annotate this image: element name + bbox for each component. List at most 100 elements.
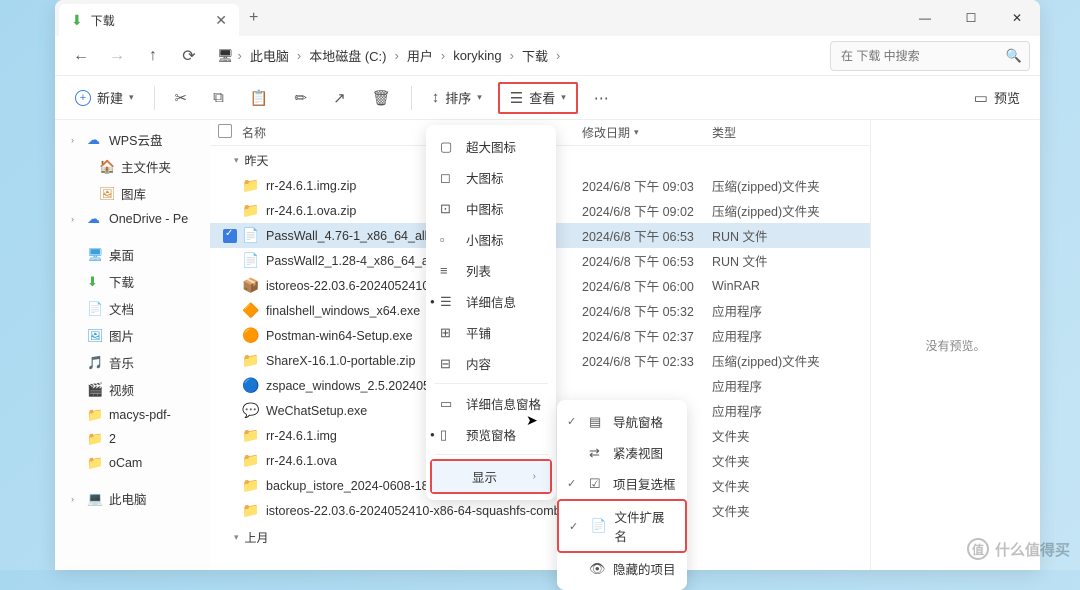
- minimize-button[interactable]: —: [902, 0, 948, 36]
- chevron-down-icon: ▾: [477, 92, 482, 103]
- menu-item[interactable]: ⊞平铺: [426, 317, 556, 348]
- file-date: 2024/6/8 下午 06:53: [582, 251, 712, 270]
- file-date: 2024/6/8 下午 09:03: [582, 176, 712, 195]
- maximize-button[interactable]: ☐: [948, 0, 994, 36]
- view-button[interactable]: ☰ 查看 ▾: [498, 82, 578, 114]
- menu-item[interactable]: ≡列表: [426, 255, 556, 286]
- file-icon: 📁: [242, 202, 262, 219]
- submenu-icon: ▤: [589, 414, 605, 430]
- file-icon: 📁: [242, 177, 262, 194]
- file-date: 2024/6/8 下午 06:53: [582, 226, 712, 245]
- col-type[interactable]: 类型: [712, 124, 842, 141]
- folder-icon: ⬇: [87, 274, 103, 290]
- menu-icon: ▢: [440, 139, 456, 155]
- sidebar-item[interactable]: ›☁WPS云盘: [55, 126, 210, 153]
- trash-icon: 🗑: [372, 89, 391, 107]
- submenu-item[interactable]: ✓▤导航窗格: [557, 406, 687, 437]
- file-icon: 📦: [242, 277, 262, 294]
- new-button[interactable]: + 新建 ▾: [65, 82, 144, 114]
- menu-icon: ☰: [440, 294, 456, 310]
- chevron-right-icon: ›: [556, 48, 560, 63]
- more-button[interactable]: ⋯: [584, 82, 619, 114]
- menu-item[interactable]: ●▯预览窗格: [426, 419, 556, 450]
- cut-button[interactable]: ✂: [165, 82, 198, 114]
- sidebar-item[interactable]: 🖼图片: [55, 322, 210, 349]
- watermark: 值 什么值得买: [967, 538, 1070, 560]
- menu-item[interactable]: ●☰详细信息: [426, 286, 556, 317]
- file-icon: 📁: [242, 502, 262, 519]
- breadcrumb-item[interactable]: 此电脑: [246, 44, 293, 67]
- submenu-item[interactable]: ✓📄文件扩展名: [559, 501, 685, 551]
- sidebar-label: WPS云盘: [109, 130, 162, 149]
- rename-button[interactable]: ✏: [285, 82, 318, 114]
- sidebar-item[interactable]: ›💻此电脑: [55, 485, 210, 512]
- sidebar-label: 2: [109, 432, 116, 446]
- folder-icon: ☁: [87, 211, 103, 227]
- bullet-icon: ●: [430, 430, 435, 439]
- col-date[interactable]: 修改日期▾: [582, 124, 712, 141]
- back-button[interactable]: ←: [65, 40, 97, 72]
- group-last-month[interactable]: ▾ 上月: [210, 523, 870, 550]
- paste-button[interactable]: 📋: [240, 82, 279, 114]
- share-button[interactable]: ↗: [323, 82, 356, 114]
- window-controls: — ☐ ✕: [902, 0, 1040, 36]
- refresh-button[interactable]: ⟳: [173, 40, 205, 72]
- submenu-item[interactable]: 👁隐藏的项目: [557, 553, 687, 584]
- checkbox-icon[interactable]: [218, 124, 232, 138]
- sidebar-item[interactable]: 📁oCam: [55, 451, 210, 475]
- file-row[interactable]: 📁 istoreos-22.03.6-2024052410-x86-64-squa…: [210, 498, 870, 523]
- breadcrumb-item[interactable]: koryking: [449, 46, 505, 65]
- file-name: istoreos-22.03.6-2024052410-x86-64-squas…: [266, 504, 582, 518]
- new-tab-button[interactable]: +: [249, 9, 258, 27]
- delete-button[interactable]: 🗑: [362, 82, 401, 114]
- sidebar-label: 图片: [109, 326, 134, 345]
- view-icon: ☰: [510, 89, 523, 107]
- plus-icon: +: [75, 90, 91, 106]
- menu-item[interactable]: 显示›: [432, 461, 550, 492]
- sidebar-item[interactable]: 🖥桌面: [55, 241, 210, 268]
- up-button[interactable]: ↑: [137, 40, 169, 72]
- preview-toggle-button[interactable]: ▭ 预览: [964, 82, 1030, 114]
- sidebar-label: 文档: [109, 299, 134, 318]
- breadcrumb[interactable]: 🖥 › 此电脑 › 本地磁盘 (C:) › 用户 › koryking › 下载…: [209, 44, 826, 67]
- sidebar-item[interactable]: 📄文档: [55, 295, 210, 322]
- copy-button[interactable]: ⧉: [203, 82, 234, 114]
- close-button[interactable]: ✕: [994, 0, 1040, 36]
- divider: [411, 86, 412, 110]
- col-checkbox[interactable]: [218, 124, 242, 141]
- menu-item[interactable]: ◻大图标: [426, 162, 556, 193]
- checkbox-icon[interactable]: [223, 229, 237, 243]
- menu-label: 中图标: [466, 199, 504, 218]
- close-tab-icon[interactable]: ✕: [215, 12, 227, 29]
- menu-item[interactable]: ▢超大图标: [426, 131, 556, 162]
- more-icon: ⋯: [594, 89, 609, 107]
- sidebar-item[interactable]: 🏠主文件夹: [55, 153, 210, 180]
- menu-item[interactable]: ⊟内容: [426, 348, 556, 379]
- menu-item[interactable]: ▫小图标: [426, 224, 556, 255]
- search-wrap: 🔍: [830, 41, 1030, 71]
- breadcrumb-item[interactable]: 用户: [403, 44, 437, 67]
- menu-label: 详细信息: [466, 292, 516, 311]
- tab[interactable]: ⬇ 下载 ✕: [59, 4, 239, 36]
- sidebar-item[interactable]: ⬇下载: [55, 268, 210, 295]
- breadcrumb-item[interactable]: 本地磁盘 (C:): [305, 44, 390, 67]
- menu-item[interactable]: ⊡中图标: [426, 193, 556, 224]
- file-type: 应用程序: [712, 401, 842, 420]
- submenu-item[interactable]: ✓☑项目复选框: [557, 468, 687, 499]
- file-type: 压缩(zipped)文件夹: [712, 351, 842, 370]
- sidebar-item[interactable]: 📁macys-pdf-: [55, 403, 210, 427]
- forward-button[interactable]: →: [101, 40, 133, 72]
- sidebar-item[interactable]: 📁2: [55, 427, 210, 451]
- sidebar-item[interactable]: 🎬视频: [55, 376, 210, 403]
- search-input[interactable]: [830, 41, 1030, 71]
- sidebar-item[interactable]: ›☁OneDrive - Pe: [55, 207, 210, 231]
- sidebar-item[interactable]: 🖼图库: [55, 180, 210, 207]
- submenu-item[interactable]: ⇄紧凑视图: [557, 437, 687, 468]
- breadcrumb-item[interactable]: 下载: [518, 44, 552, 67]
- menu-item[interactable]: ▭详细信息窗格: [426, 388, 556, 419]
- sort-button[interactable]: ↕ 排序 ▾: [422, 82, 492, 114]
- submenu-label: 文件扩展名: [615, 507, 675, 545]
- sidebar-item[interactable]: 🎵音乐: [55, 349, 210, 376]
- chevron-right-icon: ›: [71, 494, 81, 504]
- submenu-label: 隐藏的项目: [613, 559, 676, 578]
